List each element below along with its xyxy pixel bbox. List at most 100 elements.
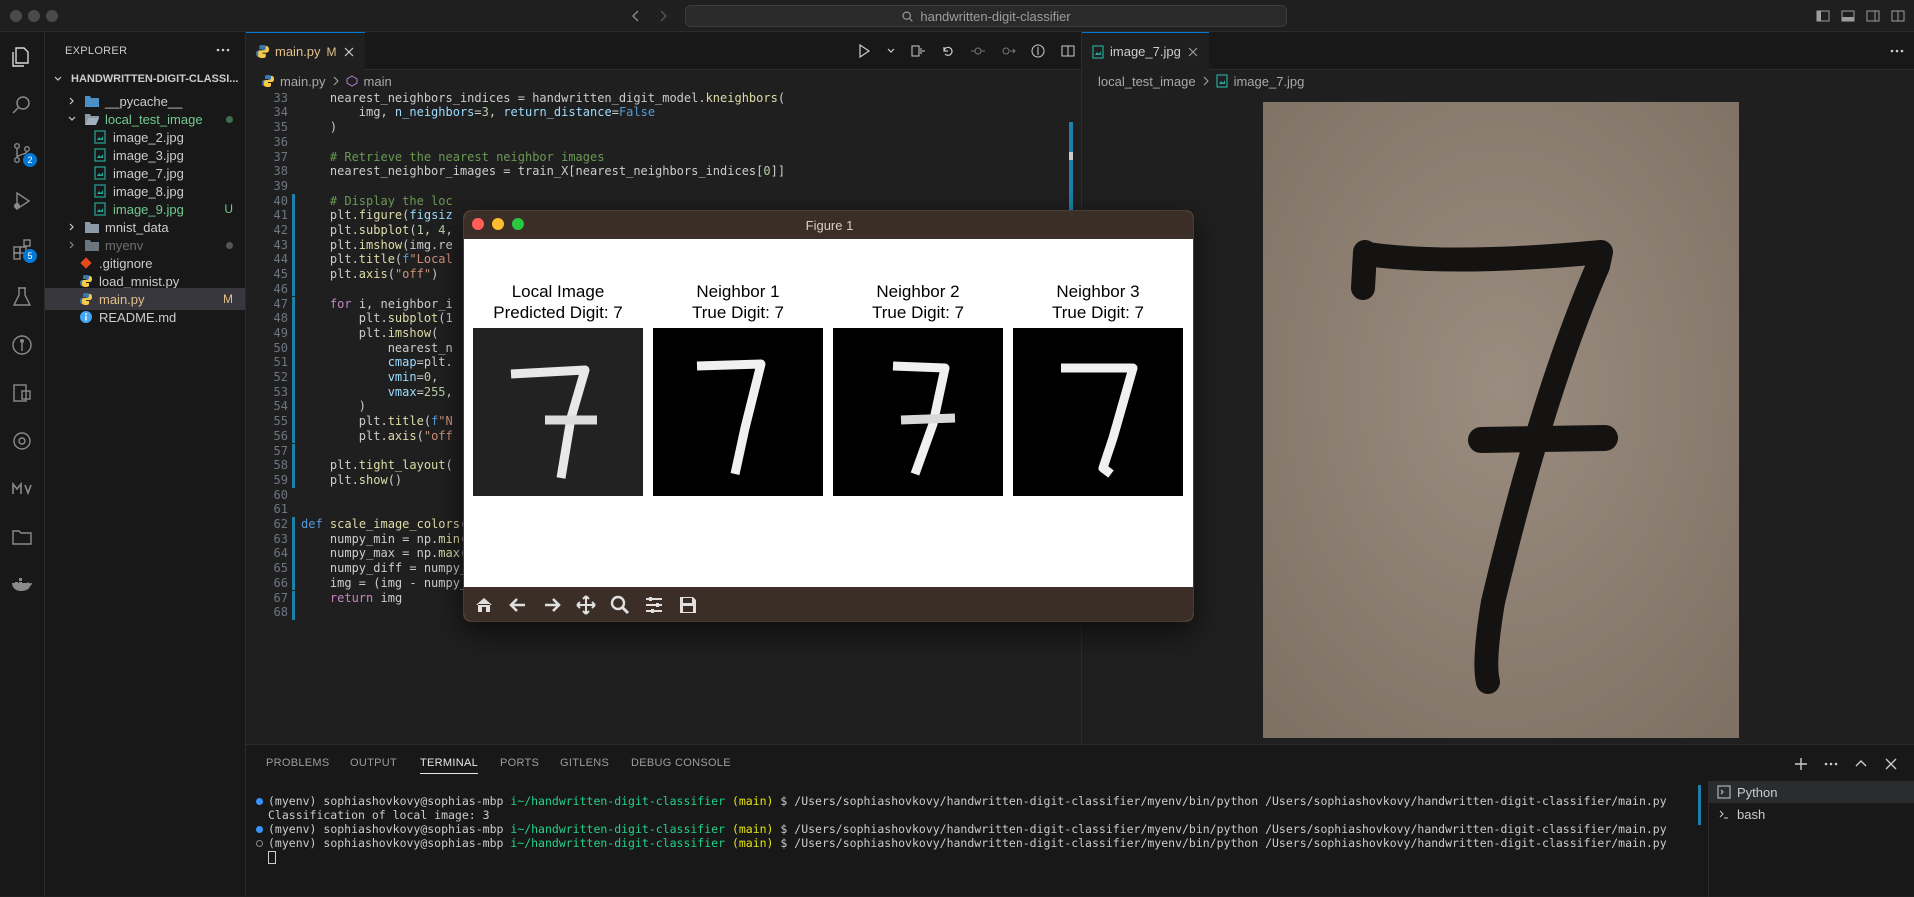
remote-explorer-icon[interactable] <box>7 378 37 408</box>
breadcrumb-file[interactable]: image_7.jpg <box>1234 74 1305 89</box>
panel-title-line2: Predicted Digit: 7 <box>493 303 623 322</box>
image-file-icon <box>93 166 107 180</box>
pan-icon[interactable] <box>571 590 601 620</box>
tab-ports[interactable]: PORTS <box>500 757 539 769</box>
scrollbar-thumb[interactable] <box>1069 152 1073 160</box>
toggle-panel-icon[interactable] <box>1840 8 1856 24</box>
minimize-window-button[interactable] <box>28 10 40 22</box>
terminal-item-python[interactable]: Python <box>1709 781 1914 803</box>
tab-gitlens[interactable]: GITLENS <box>560 757 609 769</box>
tab-image-7[interactable]: image_7.jpg <box>1082 32 1209 70</box>
modified-gutter-marker <box>292 296 295 312</box>
tree-item-readme[interactable]: README.md <box>45 306 245 328</box>
figure-minimize-button[interactable] <box>492 218 504 230</box>
code-line: vmin=0, <box>387 370 439 384</box>
tab-problems[interactable]: PROBLEMS <box>266 757 330 769</box>
close-icon[interactable] <box>343 46 355 58</box>
more-actions-icon[interactable] <box>1889 43 1905 59</box>
toggle-sidebar-icon[interactable] <box>1815 8 1831 24</box>
modified-status: M <box>223 292 233 306</box>
code-line: vmax=255, <box>387 384 453 399</box>
home-icon[interactable] <box>469 590 499 620</box>
run-debug-icon[interactable] <box>7 186 37 216</box>
zoom-icon[interactable] <box>605 590 635 620</box>
gitlens-icon[interactable] <box>7 330 37 360</box>
forward-commit-icon[interactable] <box>1000 43 1016 59</box>
sidebar-title: EXPLORER <box>65 45 128 57</box>
line-number: 43 <box>273 237 288 252</box>
back-arrow-icon[interactable] <box>503 590 533 620</box>
split-editor-icon[interactable] <box>1060 43 1076 59</box>
terminal-item-label: Python <box>1737 784 1778 800</box>
code-line: plt.axis("off <box>301 428 453 443</box>
terminal-cursor[interactable] <box>268 851 276 864</box>
docker-icon[interactable] <box>7 570 37 600</box>
customize-layout-icon[interactable] <box>1890 8 1906 24</box>
line-number: 42 <box>273 223 288 237</box>
search-icon[interactable] <box>7 90 37 120</box>
more-actions-icon[interactable] <box>215 42 231 58</box>
gitlens-inspect-icon[interactable] <box>1030 43 1046 59</box>
line-number: 45 <box>273 267 288 282</box>
explorer-icon[interactable] <box>7 42 37 72</box>
modified-gutter-marker <box>292 399 295 415</box>
breadcrumb-symbol[interactable]: main <box>364 74 392 89</box>
timeline-icon[interactable] <box>7 426 37 456</box>
markdown-icon[interactable] <box>7 474 37 504</box>
maximize-panel-icon[interactable] <box>1853 756 1869 772</box>
modified-gutter-marker <box>292 237 295 253</box>
folder-icon[interactable] <box>7 522 37 552</box>
tab-output[interactable]: OUTPUT <box>350 757 397 769</box>
revert-icon[interactable] <box>940 43 956 59</box>
more-actions-icon[interactable] <box>1823 756 1839 772</box>
terminal-line: (myenv) sophiashovkovy@sophias-mbp i~/ha… <box>256 836 1667 850</box>
tree-item-label: README.md <box>99 309 177 325</box>
search-text: handwritten-digit-classifier <box>920 8 1071 24</box>
close-window-button[interactable] <box>10 10 22 22</box>
modified-gutter-marker <box>292 311 295 326</box>
close-panel-icon[interactable] <box>1883 756 1899 772</box>
tab-terminal[interactable]: TERMINAL <box>420 757 479 774</box>
chevron-down-icon[interactable] <box>886 43 896 59</box>
toggle-secondary-sidebar-icon[interactable] <box>1865 8 1881 24</box>
breadcrumb-folder[interactable]: local_test_image <box>1098 74 1196 89</box>
configure-subplots-icon[interactable] <box>639 590 669 620</box>
modified-gutter-marker <box>292 252 295 268</box>
line-number: 41 <box>273 208 288 223</box>
panel-title-neighbor-1: Neighbor 1 True Digit: 7 <box>653 281 823 323</box>
forward-arrow-icon[interactable] <box>537 590 567 620</box>
code-line: plt.imshow( <box>301 325 439 340</box>
compare-changes-icon[interactable] <box>910 43 926 59</box>
workspace-root[interactable]: HANDWRITTEN-DIGIT-CLASSI... <box>45 68 245 90</box>
image-file-icon <box>93 184 107 198</box>
line-number: 67 <box>273 590 288 605</box>
figure-zoom-button[interactable] <box>512 218 524 230</box>
extensions-icon[interactable]: 5 <box>7 234 37 264</box>
testing-icon[interactable] <box>7 282 37 312</box>
code-line: img, n_neighbors=3, return_distance=Fals… <box>301 105 656 120</box>
zoom-window-button[interactable] <box>46 10 58 22</box>
figure-close-button[interactable] <box>472 218 484 230</box>
chevron-right-icon <box>65 238 79 252</box>
image-file-icon <box>1092 44 1104 59</box>
source-control-icon[interactable]: 2 <box>7 138 37 168</box>
back-arrow-icon[interactable] <box>628 8 644 24</box>
save-icon[interactable] <box>673 590 703 620</box>
explorer-sidebar: EXPLORER HANDWRITTEN-DIGIT-CLASSI... __p… <box>45 32 246 896</box>
tree-item-label: image_9.jpg <box>113 201 184 217</box>
commit-icon[interactable] <box>970 43 986 59</box>
tab-debug-console[interactable]: DEBUG CONSOLE <box>631 757 731 769</box>
tab-label: image_7.jpg <box>1110 44 1181 59</box>
terminal-scrollbar[interactable] <box>1698 785 1701 825</box>
run-icon[interactable] <box>856 43 872 59</box>
line-number: 65 <box>273 561 288 576</box>
python-icon <box>256 45 269 58</box>
new-terminal-icon[interactable] <box>1793 756 1809 772</box>
forward-arrow-icon[interactable] <box>655 8 671 24</box>
close-icon[interactable] <box>1187 46 1199 58</box>
command-center-search[interactable]: handwritten-digit-classifier <box>685 5 1287 27</box>
code-line: for i, neighbor_i <box>329 296 453 311</box>
breadcrumb-file[interactable]: main.py <box>280 74 326 89</box>
terminal-item-bash[interactable]: bash <box>1709 803 1914 825</box>
tab-main-py[interactable]: main.py M <box>246 32 365 70</box>
